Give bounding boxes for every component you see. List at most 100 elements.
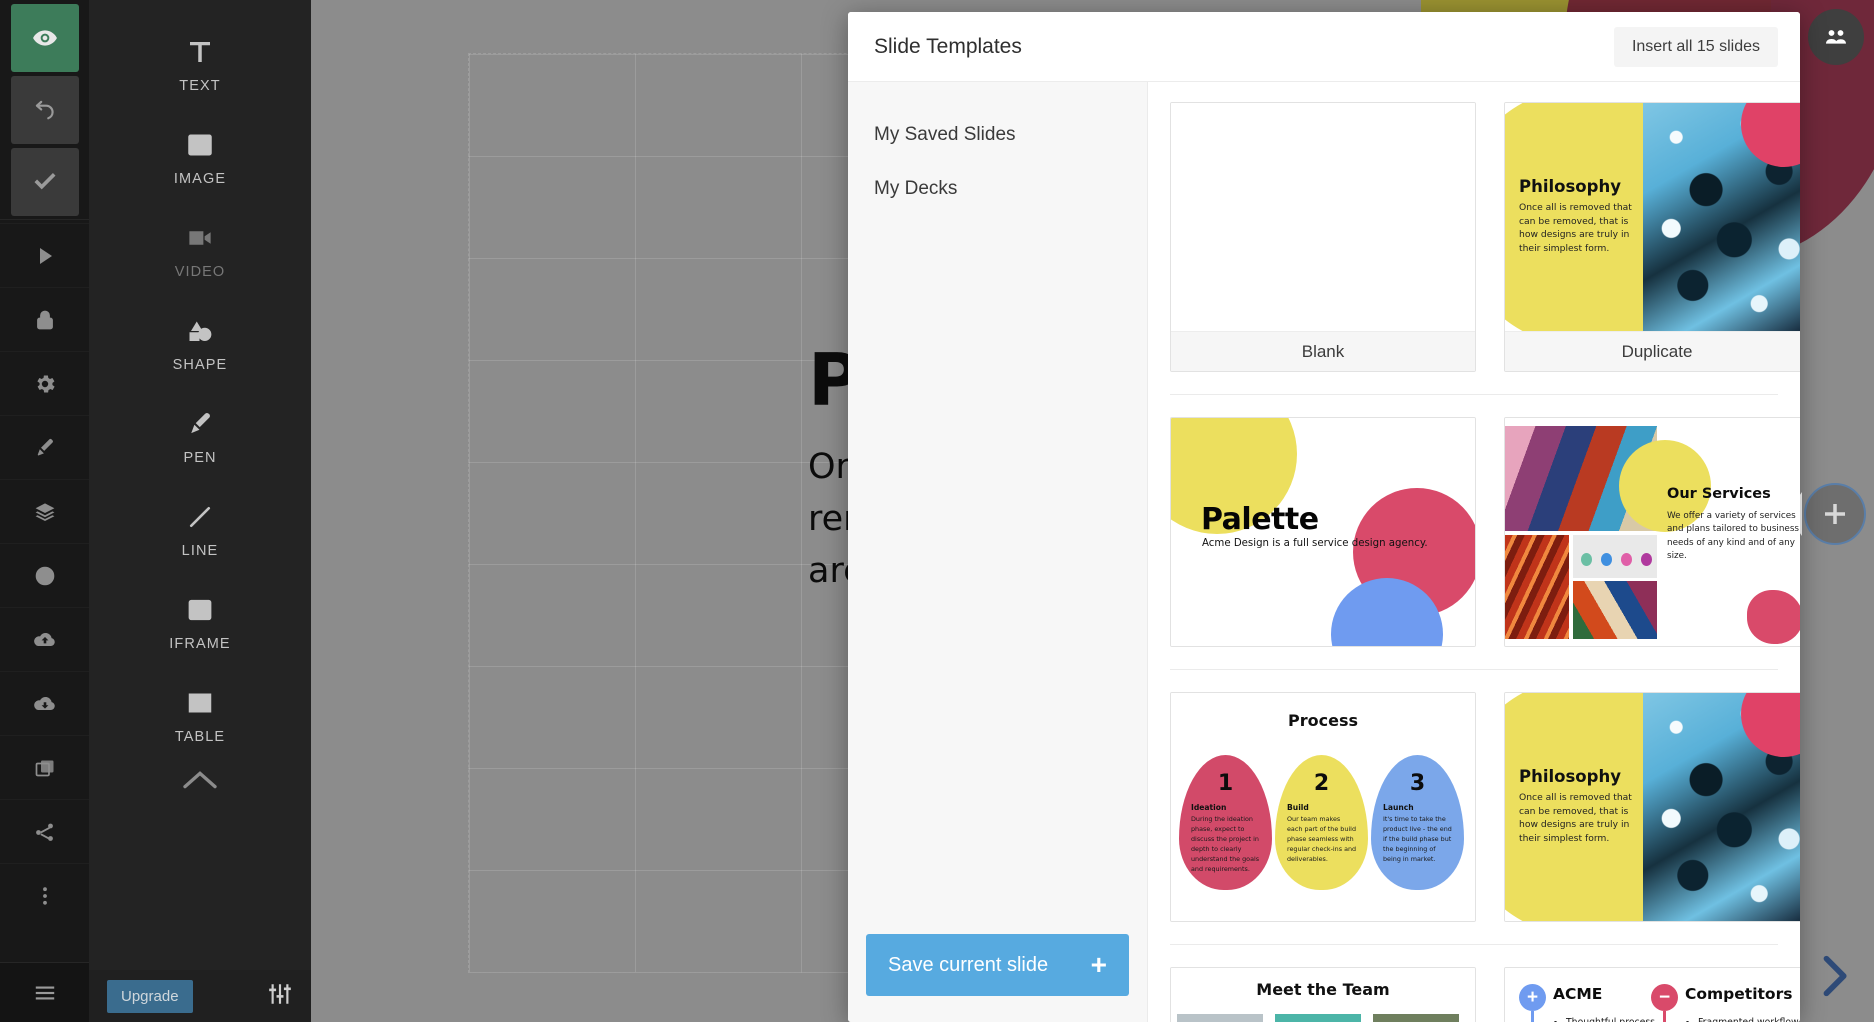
template-thumb-services: Our Services We offer a variety of servi… (1505, 418, 1800, 646)
template-thumb-palette: Palette Acme Design is a full service de… (1171, 418, 1475, 646)
template-label: Duplicate (1505, 331, 1800, 371)
cloud-upload-icon (33, 632, 55, 646)
play-button[interactable] (0, 223, 89, 287)
template-grid[interactable]: Blank Philosophy Once all is removed tha… (1148, 82, 1800, 1022)
team-member-photo (1275, 1014, 1361, 1022)
more-options-button[interactable] (0, 863, 89, 927)
slide-templates-modal: Slide Templates Insert all 15 slides My … (848, 12, 1800, 1022)
paint-palette-photo (1573, 581, 1657, 639)
plus-icon (1825, 504, 1845, 524)
next-slide-button[interactable] (1808, 950, 1860, 1010)
table-icon (185, 686, 215, 720)
list-item: Thoughtful process (1566, 1014, 1655, 1022)
history-button[interactable] (0, 543, 89, 607)
pen-icon (185, 407, 215, 441)
comparison-heading: ACME (1553, 985, 1603, 1003)
share-icon (35, 823, 53, 841)
grid-divider (1170, 394, 1778, 395)
sliders-icon (269, 983, 291, 1004)
collaborators-button[interactable] (1808, 9, 1864, 65)
template-row: Palette Acme Design is a full service de… (1170, 417, 1800, 647)
brush-icon (37, 438, 53, 455)
tool-label: VIDEO (174, 264, 226, 280)
template-card-comparison[interactable]: + ACME Thoughtful process Dedicated team… (1504, 967, 1800, 1022)
template-thumb-team: Meet the Team (1171, 968, 1475, 1022)
share-button[interactable] (0, 799, 89, 863)
template-heading: Philosophy (1519, 177, 1621, 196)
preview-eye-button[interactable] (10, 4, 79, 72)
tool-label: PEN (183, 450, 217, 466)
template-card-our-services[interactable]: Our Services We offer a variety of servi… (1504, 417, 1800, 647)
list-item: Fragmented workflow (1698, 1014, 1799, 1022)
step-body: It's time to take the product live - the… (1383, 815, 1452, 863)
tool-text[interactable]: TEXT (89, 18, 311, 111)
gear-icon (36, 375, 55, 392)
template-card-meet-the-team[interactable]: Meet the Team (1170, 967, 1476, 1022)
stem-line (1663, 1011, 1666, 1022)
template-card-duplicate[interactable]: Philosophy Once all is removed that can … (1504, 102, 1800, 372)
team-member-photo (1177, 1014, 1263, 1022)
process-step: 2 Build Our team makes each part of the … (1275, 755, 1368, 890)
text-icon (185, 35, 215, 69)
tool-label: TABLE (174, 729, 226, 745)
cloud-upload-button[interactable] (0, 607, 89, 671)
settings-button[interactable] (0, 351, 89, 415)
step-heading: Launch (1383, 803, 1414, 812)
save-current-slide-button[interactable]: Save current slide + (866, 934, 1129, 996)
layers-button[interactable] (0, 479, 89, 543)
tool-line[interactable]: LINE (89, 483, 311, 576)
cloud-download-button[interactable] (0, 671, 89, 735)
grid-divider (1170, 669, 1778, 670)
step-body: During the ideation phase, expect to dis… (1191, 815, 1260, 873)
template-row: Meet the Team + ACME • − Competitors • (1170, 967, 1800, 1022)
template-card-process[interactable]: Process 1 Ideation During the ideation p… (1170, 692, 1476, 922)
template-label: Blank (1171, 331, 1475, 371)
modal-header: Slide Templates Insert all 15 slides (848, 12, 1800, 82)
template-row: Blank Philosophy Once all is removed tha… (1170, 102, 1800, 372)
tool-label: IMAGE (173, 171, 227, 187)
template-thumb-blank (1171, 103, 1475, 331)
undo-button[interactable] (10, 76, 79, 144)
image-icon (185, 128, 215, 162)
insert-all-slides-button[interactable]: Insert all 15 slides (1613, 26, 1778, 67)
tool-label: TEXT (179, 78, 221, 94)
main-menu-button[interactable] (0, 962, 89, 1022)
tool-iframe[interactable]: IFRAME (89, 576, 311, 669)
lock-button[interactable] (0, 287, 89, 351)
sliders-settings-button[interactable] (267, 981, 293, 1012)
paint-dot (1641, 553, 1652, 566)
process-step: 3 Launch It's time to take the product l… (1371, 755, 1464, 890)
comparison-list: Thoughtful process Dedicated team Pixel-… (1553, 1014, 1655, 1022)
video-icon (185, 221, 215, 255)
template-thumb-philosophy: Philosophy Once all is removed that can … (1505, 103, 1800, 331)
sidebar-item-my-saved-slides[interactable]: My Saved Slides (848, 108, 1147, 162)
upgrade-button[interactable]: Upgrade (107, 979, 193, 1013)
check-icon (34, 173, 55, 190)
paint-dot (1601, 553, 1612, 566)
plus-icon: + (1090, 949, 1107, 980)
template-heading: Process (1288, 711, 1358, 730)
save-button-label: Save current slide (888, 953, 1049, 976)
template-card-blank[interactable]: Blank (1170, 102, 1476, 372)
plus-badge-icon: + (1519, 984, 1546, 1011)
pink-blob-decoration (1747, 590, 1800, 644)
brush-button[interactable] (0, 415, 89, 479)
tool-table[interactable]: TABLE (89, 669, 311, 762)
add-slide-button[interactable] (1804, 483, 1866, 545)
collapse-tools-button[interactable] (180, 770, 220, 795)
template-card-palette[interactable]: Palette Acme Design is a full service de… (1170, 417, 1476, 647)
step-number: 3 (1409, 771, 1426, 796)
tool-shape[interactable]: SHAPE (89, 297, 311, 390)
tool-pen[interactable]: PEN (89, 390, 311, 483)
paint-dot (1621, 553, 1632, 566)
sidebar-item-my-decks[interactable]: My Decks (848, 162, 1147, 216)
shape-icon (185, 314, 215, 348)
chevron-up-icon (183, 771, 217, 789)
template-card-philosophy[interactable]: Philosophy Once all is removed that can … (1504, 692, 1800, 922)
tool-image[interactable]: IMAGE (89, 111, 311, 204)
comparison-heading: Competitors (1685, 985, 1793, 1003)
confirm-check-button[interactable] (10, 148, 79, 216)
gallery-button[interactable] (0, 735, 89, 799)
chevron-right-icon (1823, 955, 1847, 997)
tool-video[interactable]: VIDEO (89, 204, 311, 297)
